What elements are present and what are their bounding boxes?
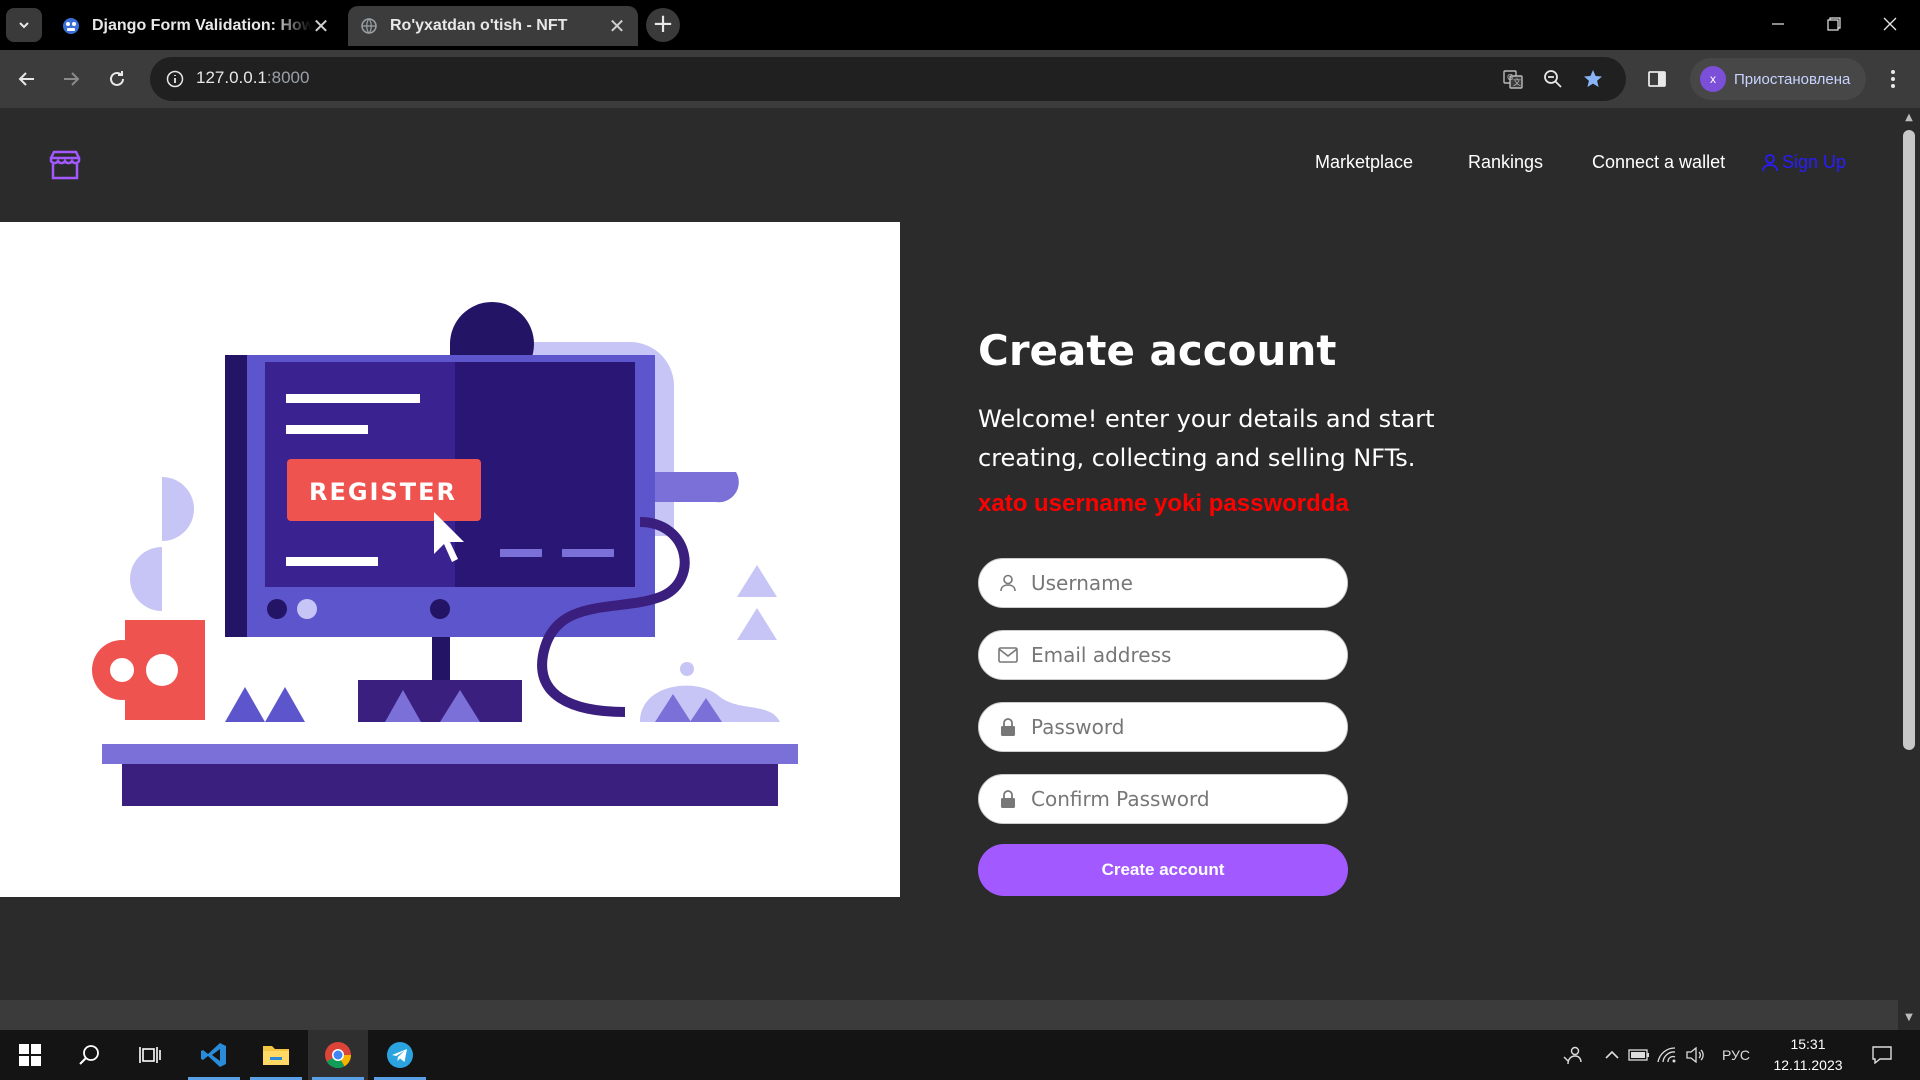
file-explorer-taskbar-button[interactable] xyxy=(246,1030,306,1080)
browser-toolbar: 127.0.0.1:8000 G文 x Приостановлена xyxy=(0,50,1920,108)
profile-button[interactable]: x Приостановлена xyxy=(1690,58,1866,100)
telegram-icon xyxy=(387,1042,413,1068)
arrow-right-icon xyxy=(64,72,80,86)
start-button[interactable] xyxy=(0,1030,60,1080)
page-scrollbar[interactable]: ▲ ▼ xyxy=(1898,108,1920,1030)
chrome-taskbar-button[interactable] xyxy=(308,1030,368,1080)
site-favicon-icon xyxy=(62,17,80,35)
scroll-thumb[interactable] xyxy=(1903,130,1915,750)
more-menu-icon[interactable] xyxy=(1876,62,1910,96)
reload-button[interactable] xyxy=(98,60,136,98)
tab-django-form-validation[interactable]: Django Form Validation: How to ✕ xyxy=(50,6,342,46)
vscode-taskbar-button[interactable] xyxy=(184,1030,244,1080)
close-icon xyxy=(1883,17,1897,31)
lock-icon xyxy=(997,716,1019,738)
web-page: Marketplace Rankings Connect a wallet Si… xyxy=(0,108,1898,1030)
user-icon xyxy=(997,572,1019,594)
close-window-button[interactable] xyxy=(1862,0,1918,48)
chevron-up-icon[interactable] xyxy=(1600,1030,1624,1080)
envelope-icon xyxy=(997,644,1019,666)
lock-icon xyxy=(997,788,1019,810)
email-field[interactable] xyxy=(978,630,1348,680)
translate-icon[interactable]: G文 xyxy=(1500,66,1526,92)
battery-icon[interactable] xyxy=(1626,1030,1652,1080)
svg-text:文: 文 xyxy=(1513,77,1521,87)
error-message: xato username yoki passwordda xyxy=(978,490,1349,517)
tab-royxatdan-otish[interactable]: Ro'yxatdan o'tish - NFT ✕ xyxy=(348,6,638,46)
user-icon xyxy=(1762,153,1778,171)
globe-icon xyxy=(360,17,378,35)
sign-up-label: Sign Up xyxy=(1782,152,1847,172)
scroll-down-arrow-icon[interactable]: ▼ xyxy=(1903,1012,1915,1024)
profile-status: Приостановлена xyxy=(1734,70,1851,88)
side-panel-icon[interactable] xyxy=(1640,62,1674,96)
site-info-icon[interactable] xyxy=(162,66,188,92)
nav-connect-wallet[interactable]: Connect a wallet xyxy=(1592,152,1725,173)
telegram-taskbar-button[interactable] xyxy=(370,1030,430,1080)
confirm-password-field[interactable] xyxy=(978,774,1348,824)
footer-strip xyxy=(0,1000,1898,1030)
task-view-icon xyxy=(139,1047,161,1063)
tab-search-button[interactable] xyxy=(6,8,42,42)
restore-button[interactable] xyxy=(1806,0,1862,48)
arrow-left-icon xyxy=(18,72,34,86)
minimize-button[interactable] xyxy=(1750,0,1806,48)
restore-icon xyxy=(1827,17,1841,31)
url-text: 127.0.0.1:8000 xyxy=(196,68,310,87)
page-subtitle: Welcome! enter your details and start cr… xyxy=(978,405,1435,472)
back-button[interactable] xyxy=(8,60,46,98)
reload-icon xyxy=(110,71,124,86)
username-field[interactable] xyxy=(978,558,1348,608)
register-illustration: REGISTER xyxy=(0,222,900,897)
close-tab-icon[interactable]: ✕ xyxy=(608,14,626,39)
browser-window: Django Form Validation: How to ✕ Ro'yxat… xyxy=(0,0,1920,1080)
wifi-icon[interactable] xyxy=(1654,1030,1680,1080)
password-field[interactable] xyxy=(978,702,1348,752)
storefront-logo-icon[interactable] xyxy=(48,148,82,182)
minimize-icon xyxy=(1772,23,1784,25)
bookmark-star-icon[interactable] xyxy=(1580,66,1606,92)
clock-date: 12.11.2023 xyxy=(1773,1057,1843,1073)
zoom-icon[interactable] xyxy=(1540,66,1566,92)
password-input[interactable] xyxy=(1031,715,1331,739)
register-button-graphic: REGISTER xyxy=(309,478,457,506)
task-view-button[interactable] xyxy=(120,1030,180,1080)
tab-strip: Django Form Validation: How to ✕ Ro'yxat… xyxy=(0,0,1920,50)
avatar: x xyxy=(1700,66,1726,92)
username-input[interactable] xyxy=(1031,571,1331,595)
page-title: Create account xyxy=(978,326,1337,375)
close-tab-icon[interactable]: ✕ xyxy=(312,14,330,39)
nav-sign-up[interactable]: Sign Up xyxy=(1762,152,1846,173)
nav-marketplace[interactable]: Marketplace xyxy=(1315,152,1413,173)
forward-button[interactable] xyxy=(52,60,90,98)
tab-title: Django Form Validation: How to xyxy=(92,17,312,34)
windows-taskbar: РУС 15:31 12.11.2023 xyxy=(0,1030,1920,1080)
folder-icon xyxy=(263,1046,289,1065)
search-button[interactable] xyxy=(60,1030,120,1080)
create-account-button[interactable]: Create account xyxy=(978,844,1348,896)
system-clock[interactable]: 15:31 12.11.2023 xyxy=(1760,1034,1856,1076)
people-icon[interactable] xyxy=(1556,1030,1590,1080)
notification-center-icon[interactable] xyxy=(1862,1030,1902,1080)
confirm-password-input[interactable] xyxy=(1031,787,1331,811)
windows-logo-icon xyxy=(19,1044,41,1066)
tab-title: Ro'yxatdan o'tish - NFT xyxy=(390,17,568,34)
email-input[interactable] xyxy=(1031,643,1331,667)
chevron-down-icon xyxy=(19,22,29,29)
clock-time: 15:31 xyxy=(1790,1036,1826,1052)
search-icon xyxy=(79,1045,99,1065)
scroll-up-arrow-icon[interactable]: ▲ xyxy=(1903,112,1915,124)
nav-rankings[interactable]: Rankings xyxy=(1468,152,1543,173)
input-language[interactable]: РУС xyxy=(1716,1030,1756,1080)
volume-icon[interactable] xyxy=(1682,1030,1708,1080)
address-bar[interactable]: 127.0.0.1:8000 G文 xyxy=(150,57,1626,101)
vscode-icon xyxy=(201,1043,226,1067)
new-tab-button[interactable]: + xyxy=(646,8,680,42)
chrome-icon xyxy=(325,1042,352,1069)
